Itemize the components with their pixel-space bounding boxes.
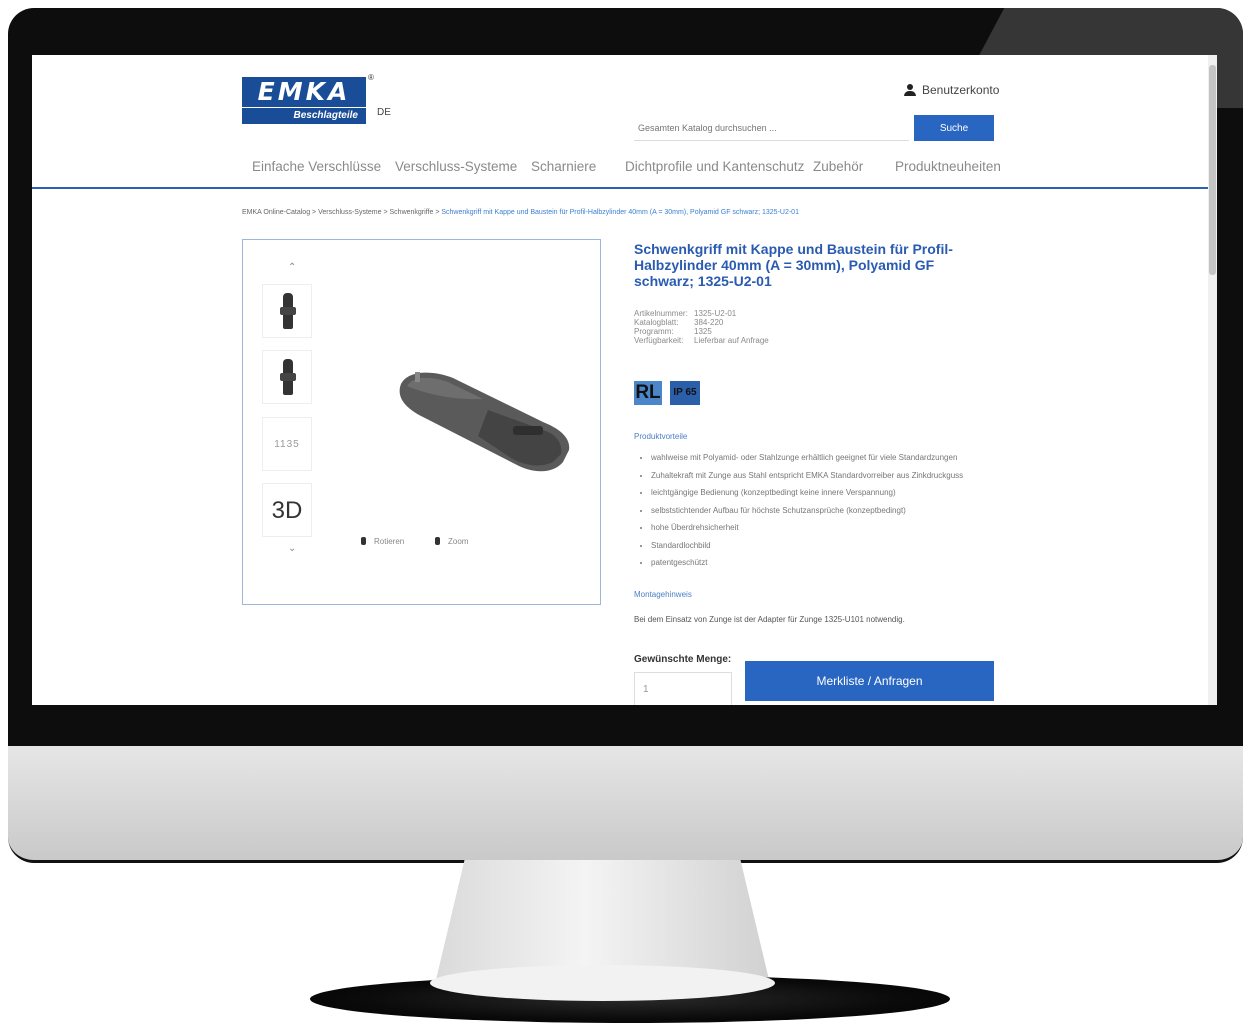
feature-item: Standardlochbild [651,537,1031,555]
account-label: Benutzerkonto [922,83,1000,97]
detail-value: Lieferbar auf Anfrage [694,336,769,345]
nav-item-dichtprofile[interactable]: Dichtprofile und Kantenschutz [625,159,804,174]
hand-icon [361,537,366,545]
scrollbar-thumb[interactable] [1209,65,1216,275]
rotate-label: Rotieren [374,537,405,546]
language-selector[interactable]: DE [377,107,391,118]
breadcrumb-current: Schwenkgriff mit Kappe und Baustein für … [441,209,799,216]
product-thumb-shape [280,359,296,395]
thumbs-down-arrow-icon[interactable]: ⌄ [288,543,296,554]
detail-value: 1325 [694,327,712,336]
features-heading: Produktvorteile [634,432,688,441]
detail-key: Artikelnummer: [634,309,688,318]
add-to-list-button[interactable]: Merkliste / Anfragen [745,661,994,701]
thumbnail-dimensions[interactable]: 1135 [262,417,312,471]
nav-item-verschluss-systeme[interactable]: Verschluss-Systeme [395,159,517,174]
feature-item: hohe Überdrehsicherheit [651,519,1031,537]
registered-mark: ® [368,73,374,82]
features-list: wahlweise mit Polyamid- oder Stahlzunge … [635,449,1031,572]
detail-value: 384-220 [694,318,724,327]
product-gallery: ⌃ 1135 3D ⌄ Rotieren Zoom [242,239,601,605]
account-link[interactable]: Benutzerkonto [904,83,999,97]
monitor-base-highlight [430,965,775,1001]
nav-item-einfache-verschluesse[interactable]: Einfache Verschlüsse [252,159,381,174]
breadcrumb-item[interactable]: Verschluss-Systeme [318,209,381,216]
search-button[interactable]: Suche [914,115,994,141]
nav-item-zubehoer[interactable]: Zubehör [813,159,863,174]
ip65-badge: IP 65 [670,381,700,405]
product-title: Schwenkgriff mit Kappe und Baustein für … [634,241,953,289]
detail-value: 1325-U2-01 [694,309,737,318]
feature-item: leichtgängige Bedienung (konzeptbedingt … [651,484,1031,502]
breadcrumb-separator: > [383,209,388,216]
search-input[interactable] [634,115,909,141]
breadcrumb-separator: > [435,209,440,216]
mouse-icon [435,537,440,545]
breadcrumb: EMKA Online-Catalog > Verschluss-Systeme… [242,209,799,216]
product-image[interactable] [393,362,583,482]
detail-row: Artikelnummer: 1325-U2-01 [634,309,769,318]
logo-tagline: Beschlagteile [242,108,366,124]
rl-badge: RL [634,381,662,405]
thumbnail-side[interactable] [262,350,312,404]
nav-item-produktneuheiten[interactable]: Produktneuheiten [895,159,1001,174]
breadcrumb-separator: > [312,209,317,216]
page-scrollbar[interactable] [1208,55,1217,705]
zoom-label: Zoom [448,537,469,546]
detail-key: Programm: [634,327,674,336]
detail-key: Katalogblatt: [634,318,679,327]
detail-row: Verfügbarkeit: Lieferbar auf Anfrage [634,336,769,345]
feature-item: wahlweise mit Polyamid- oder Stahlzunge … [651,449,1031,467]
user-icon [904,84,916,96]
monitor-chin [8,746,1243,863]
main-nav: Einfache Verschlüsse Verschluss-Systeme … [252,159,1012,179]
emka-logo[interactable]: EMKA Beschlagteile [242,77,366,125]
mounting-text: Bei dem Einsatz von Zunge ist der Adapte… [634,615,905,624]
quantity-label: Gewünschte Menge: [634,654,732,665]
rotate-control[interactable]: Rotieren [361,537,404,546]
logo-brand: EMKA [242,77,366,107]
mounting-heading: Montagehinweis [634,590,692,599]
browser-screen: EMKA Beschlagteile ® DE Benutzerkonto Su… [32,55,1217,705]
breadcrumb-item[interactable]: Schwenkgriffe [390,209,434,216]
breadcrumb-item[interactable]: EMKA Online-Catalog [242,209,310,216]
product-details: Artikelnummer: 1325-U2-01 Katalogblatt: 38… [634,309,769,345]
product-thumb-shape [280,293,296,329]
thumbnail-3d[interactable]: 3D [262,483,312,537]
feature-item: patentgeschützt [651,554,1031,572]
nav-item-scharniere[interactable]: Scharniere [531,159,596,174]
feature-item: Zuhaltekraft mit Zunge aus Stahl entspri… [651,467,1031,485]
zoom-control[interactable]: Zoom [435,537,468,546]
detail-row: Katalogblatt: 384-220 [634,318,769,327]
thumbs-up-arrow-icon[interactable]: ⌃ [288,262,296,273]
detail-row: Programm: 1325 [634,327,769,336]
quantity-input[interactable] [634,672,732,705]
detail-key: Verfügbarkeit: [634,336,684,345]
feature-item: selbststichtender Aufbau für höchste Sch… [651,502,1031,520]
thumbnail-front[interactable] [262,284,312,338]
nav-divider [32,187,1208,189]
